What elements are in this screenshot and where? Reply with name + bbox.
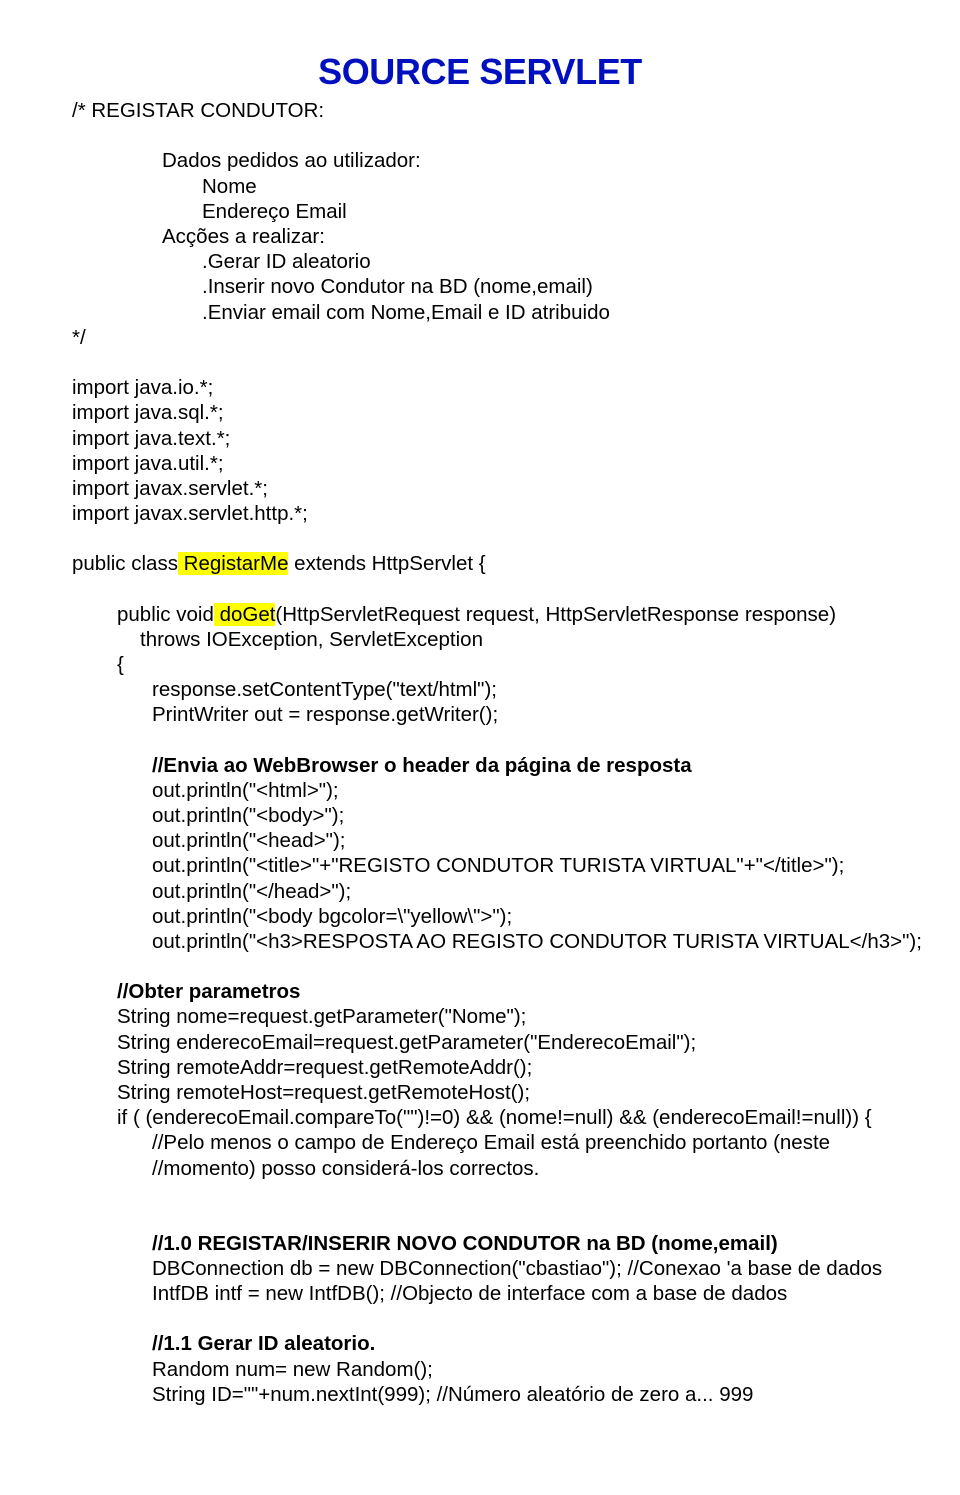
- code-line: Random num= new Random();: [72, 1357, 888, 1382]
- code-line: response.setContentType("text/html");: [72, 677, 888, 702]
- code-line: out.println("<body>");: [72, 803, 888, 828]
- code-line: IntfDB intf = new IntfDB(); //Objecto de…: [72, 1281, 888, 1306]
- code-comment-bold: //1.0 REGISTAR/INSERIR NOVO CONDUTOR na …: [72, 1231, 888, 1256]
- code-line: String enderecoEmail=request.getParamete…: [72, 1030, 888, 1055]
- highlighted-method-name: doGet: [214, 603, 276, 626]
- code-line: //momento) posso considerá-los correctos…: [72, 1156, 888, 1181]
- code-line: Acções a realizar:: [72, 224, 888, 249]
- code-line: String nome=request.getParameter("Nome")…: [72, 1004, 888, 1029]
- keyword: public void: [117, 603, 214, 626]
- code-line: Endereço Email: [72, 199, 888, 224]
- code-line: */: [72, 325, 888, 350]
- code-line: out.println("<h3>RESPOSTA AO REGISTO CON…: [72, 929, 888, 954]
- code-comment-bold: //Obter parametros: [72, 979, 888, 1004]
- code-line: out.println("<title>"+"REGISTO CONDUTOR …: [72, 853, 888, 878]
- code-line: PrintWriter out = response.getWriter();: [72, 702, 888, 727]
- code-line: out.println("<html>");: [72, 778, 888, 803]
- code-line: import java.util.*;: [72, 451, 888, 476]
- code-line: public void doGet(HttpServletRequest req…: [72, 602, 888, 627]
- code-line: import javax.servlet.http.*;: [72, 501, 888, 526]
- code-text: (HttpServletRequest request, HttpServlet…: [275, 603, 836, 626]
- code-line: import java.sql.*;: [72, 400, 888, 425]
- code-line: //Pelo menos o campo de Endereço Email e…: [72, 1130, 888, 1155]
- code-line: import java.text.*;: [72, 426, 888, 451]
- code-line: /* REGISTAR CONDUTOR:: [72, 98, 888, 123]
- code-comment-bold: //Envia ao WebBrowser o header da página…: [72, 753, 888, 778]
- keyword: public class: [72, 552, 178, 575]
- code-line: out.println("<body bgcolor=\"yellow\">")…: [72, 904, 888, 929]
- code-line: .Gerar ID aleatorio: [72, 249, 888, 274]
- code-line: out.println("<head>");: [72, 828, 888, 853]
- page-title: SOURCE SERVLET: [72, 50, 888, 94]
- code-line: throws IOException, ServletException: [72, 627, 888, 652]
- code-line: Dados pedidos ao utilizador:: [72, 148, 888, 173]
- code-line: public class RegistarMe extends HttpServ…: [72, 551, 888, 576]
- code-comment-bold: //1.1 Gerar ID aleatorio.: [72, 1331, 888, 1356]
- code-line: String remoteHost=request.getRemoteHost(…: [72, 1080, 888, 1105]
- code-line: .Inserir novo Condutor na BD (nome,email…: [72, 274, 888, 299]
- code-line: .Enviar email com Nome,Email e ID atribu…: [72, 300, 888, 325]
- code-line: import javax.servlet.*;: [72, 476, 888, 501]
- code-line: import java.io.*;: [72, 375, 888, 400]
- code-line: {: [72, 652, 888, 677]
- code-line: DBConnection db = new DBConnection("cbas…: [72, 1256, 888, 1281]
- code-line: String remoteAddr=request.getRemoteAddr(…: [72, 1055, 888, 1080]
- code-line: out.println("</head>");: [72, 879, 888, 904]
- code-line: String ID=""+num.nextInt(999); //Número …: [72, 1382, 888, 1407]
- code-line: Nome: [72, 174, 888, 199]
- code-line: if ( (enderecoEmail.compareTo("")!=0) &&…: [72, 1105, 888, 1130]
- highlighted-class-name: RegistarMe: [178, 552, 289, 575]
- code-text: extends HttpServlet {: [288, 552, 485, 575]
